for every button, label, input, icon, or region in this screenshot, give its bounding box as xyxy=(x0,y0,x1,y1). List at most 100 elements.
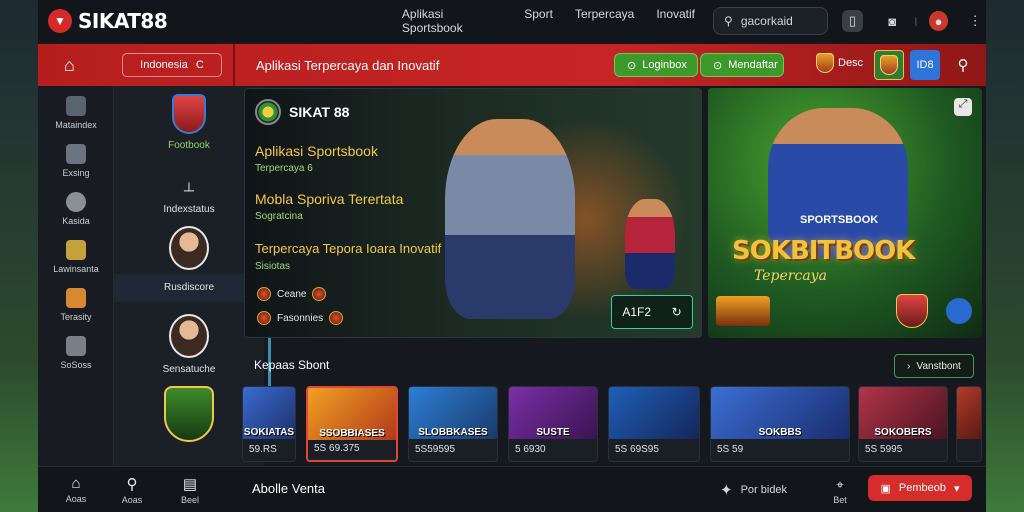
hero-banner-sportsbook[interactable]: SPORTSBOOK SOKBITBOOK Tepercaya ⤢ xyxy=(708,88,982,338)
nav-item-sportsbook[interactable]: Aplikasi Sportsbook xyxy=(402,7,502,35)
phone-icon[interactable]: ▯ xyxy=(841,10,864,32)
game-card[interactable]: SSOBBIASES 5S 69.375 xyxy=(306,386,398,462)
card-label: SUSTE xyxy=(536,427,570,438)
team-shield-icon xyxy=(880,55,898,75)
game-card[interactable]: SOKOBERS 5S 5995 xyxy=(858,386,948,462)
ball-icon xyxy=(946,298,972,324)
hero-title-1: Aplikasi Sportsbook xyxy=(255,143,378,159)
card-label: SOKOBERS xyxy=(874,427,932,438)
search-box[interactable]: ⚲ xyxy=(713,7,828,35)
card-value: 59.RS xyxy=(249,444,277,455)
search-icon[interactable]: ⚲ xyxy=(948,50,978,80)
team-2-name: Fasonnies xyxy=(277,312,324,324)
globe-icon xyxy=(66,192,86,212)
rail-item-4[interactable]: Lawinsanta xyxy=(38,240,114,274)
trophy-icon xyxy=(66,288,86,308)
balance-display[interactable]: Desc xyxy=(816,53,863,73)
card-label: SOKBBS xyxy=(758,427,802,438)
ball-icon xyxy=(255,99,281,125)
search-input[interactable] xyxy=(740,14,817,28)
sport-item-highlight[interactable]: Rusdiscore xyxy=(114,274,264,302)
avatar xyxy=(169,314,209,358)
rail-item-2[interactable]: Exsing xyxy=(38,144,114,178)
view-all-button[interactable]: › Vanstbont xyxy=(894,354,974,378)
hero-title-2: Mobla Sporiva Terertata xyxy=(255,191,404,207)
chart-icon: ┴ xyxy=(184,182,194,198)
player-avatar-2[interactable]: Sensatuche xyxy=(114,314,264,375)
rail-item-label: SoSoss xyxy=(60,360,92,370)
register-button[interactable]: ⊙ Mendaftar xyxy=(700,53,784,77)
score-box[interactable]: A1F2 ↻ xyxy=(611,295,693,329)
game-card[interactable]: 5S 69S95 xyxy=(608,386,700,462)
rail-item-6[interactable]: SoSoss xyxy=(38,336,114,370)
bet-slip-button[interactable]: ⌖ Bet xyxy=(820,477,860,505)
card-value: 5 6930 xyxy=(515,444,546,455)
star-icon: ✦ xyxy=(720,482,733,499)
header-divider xyxy=(233,44,235,86)
rail-item-1[interactable]: Mataindex xyxy=(38,96,114,130)
card-value: 5S 59 xyxy=(717,444,744,455)
more-vertical-icon[interactable]: ⋮ xyxy=(964,10,986,32)
home-icon[interactable]: ⌂ xyxy=(64,55,75,76)
sport-item-footbook[interactable]: Footbook xyxy=(114,94,264,151)
brand-logo[interactable]: ▼ SIKAT88 xyxy=(48,9,402,33)
language-select[interactable]: Indonesia C xyxy=(122,53,222,77)
card-label: SLOBBKASES xyxy=(418,427,488,438)
bottom-nav-home[interactable]: ⌂ Aoas xyxy=(56,475,96,504)
language-label: Indonesia xyxy=(140,59,188,71)
rail-item-label: Exsing xyxy=(62,168,90,178)
home-icon: ⌂ xyxy=(71,475,81,492)
bookmark-button[interactable]: ✦ Por bidek xyxy=(720,481,787,499)
bottom-nav-search[interactable]: ⚲ Aoas xyxy=(112,475,152,505)
trophy-shield-icon xyxy=(164,386,214,442)
red-header: ⌂ Indonesia C Aplikasi Terpercaya dan In… xyxy=(38,44,986,86)
rail-item-label: Lawinsanta xyxy=(53,264,99,274)
expand-icon[interactable]: ⤢ xyxy=(954,98,972,116)
rail-item-label: Kasida xyxy=(62,216,90,226)
game-card[interactable]: SOKBBS 5S 59 xyxy=(710,386,850,462)
login-button[interactable]: ⊙ Loginbox xyxy=(614,53,698,77)
hero2-small-label: SPORTSBOOK xyxy=(800,214,879,226)
sport-item-index[interactable]: ┴ Indexstatus xyxy=(114,182,264,215)
hero-brand: SIKAT 88 xyxy=(255,99,349,125)
box-icon xyxy=(66,144,86,164)
hero-sub-1: Terpercaya 6 xyxy=(255,163,313,174)
bottom-section-title: Abolle Venta xyxy=(252,481,326,496)
hero-banner-main[interactable]: SIKAT 88 Aplikasi Sportsbook Terpercaya … xyxy=(244,88,702,338)
hero-title-3: Terpercaya Tepora Ioara Inovatif xyxy=(255,241,442,256)
game-card[interactable] xyxy=(956,386,982,462)
score-text: A1F2 xyxy=(622,305,651,319)
nav-item-sport[interactable]: Sport xyxy=(524,7,553,35)
player-figure xyxy=(445,119,575,319)
team-badge-icon xyxy=(329,311,344,325)
bottom-nav-chat[interactable]: ▤ Beel xyxy=(170,475,210,505)
section-title: Kepaas Sbont xyxy=(254,358,330,372)
nav-item-terpercaya[interactable]: Terpercaya xyxy=(575,7,634,35)
camera-icon[interactable]: ◙ xyxy=(881,10,903,32)
app-frame: ▼ SIKAT88 Aplikasi Sportsbook Sport Terp… xyxy=(38,0,986,512)
separator-icon: | xyxy=(914,16,918,26)
flag-button[interactable]: ID8 xyxy=(910,50,940,80)
hero-sub-3: Sisiotas xyxy=(255,261,291,272)
nav-item-inovatif[interactable]: Inovatif xyxy=(656,7,695,35)
bottom-nav-label: Aoas xyxy=(65,494,87,504)
player-avatar-1[interactable] xyxy=(114,226,264,274)
rail-item-5[interactable]: Terasity xyxy=(38,288,114,322)
top-nav: Aplikasi Sportsbook Sport Terpercaya Ino… xyxy=(402,7,695,35)
chat-icon: ▤ xyxy=(182,476,198,493)
promo-badge-icon xyxy=(716,296,770,326)
register-label: Mendaftar xyxy=(728,59,778,71)
rail-item-label: Mataindex xyxy=(55,120,97,130)
game-card[interactable]: SUSTE 5 6930 xyxy=(508,386,598,462)
bottom-bar: ⌂ Aoas ⚲ Aoas ▤ Beel Abolle Venta ✦ Por … xyxy=(38,466,986,512)
game-card[interactable]: SLOBBKASES 5S59595 xyxy=(408,386,498,462)
game-card[interactable]: SOKIATAS 59.RS xyxy=(242,386,296,462)
team-badge-button[interactable] xyxy=(874,50,904,80)
primary-cta-button[interactable]: ▣ Pembeob ▾ xyxy=(868,475,972,501)
card-value: 5S59595 xyxy=(415,444,456,455)
rail-item-3[interactable]: Kasida xyxy=(38,192,114,226)
team-1-name: Ceane xyxy=(277,288,307,300)
notification-icon[interactable]: ● xyxy=(928,11,949,31)
highlight-label: Rusdiscore xyxy=(163,282,215,293)
bet-label: Bet xyxy=(833,495,847,505)
